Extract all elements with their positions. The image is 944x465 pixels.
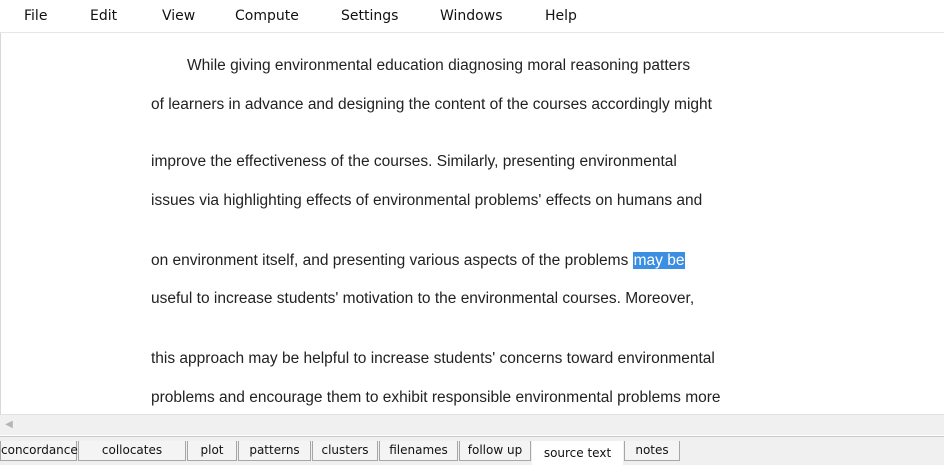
tab-follow-up[interactable]: follow up — [459, 441, 531, 461]
text-line: useful to increase students' motivation … — [151, 290, 695, 307]
menu-bar: File Edit View Compute Settings Windows … — [0, 0, 944, 33]
menu-file[interactable]: File — [24, 8, 47, 24]
text-line: of learners in advance and designing the… — [151, 96, 712, 113]
chevron-left-icon[interactable]: ◀ — [2, 418, 16, 432]
menu-compute[interactable]: Compute — [235, 8, 299, 24]
text-line: problems and encourage them to exhibit r… — [151, 389, 721, 406]
source-text-pane[interactable]: While giving environmental education dia… — [0, 33, 944, 414]
menu-settings[interactable]: Settings — [341, 8, 398, 24]
tab-concordance[interactable]: concordance — [0, 441, 78, 461]
text-line: improve the effectiveness of the courses… — [151, 153, 677, 170]
menu-windows[interactable]: Windows — [440, 8, 503, 24]
tab-patterns[interactable]: patterns — [238, 441, 311, 461]
tab-bar: concordance collocates plot patterns clu… — [0, 436, 944, 465]
horizontal-scrollbar[interactable]: ◀ — [0, 414, 944, 435]
tab-clusters[interactable]: clusters — [312, 441, 378, 461]
tab-source-text[interactable]: source text — [532, 441, 623, 465]
menu-view[interactable]: View — [162, 8, 195, 24]
text-line-with-selection: on environment itself, and presenting va… — [151, 252, 686, 270]
menu-help[interactable]: Help — [545, 8, 577, 24]
tab-collocates[interactable]: collocates — [78, 441, 186, 461]
text-line: While giving environmental education dia… — [187, 57, 691, 74]
text-segment: on environment itself, and presenting va… — [151, 252, 633, 269]
tab-plot[interactable]: plot — [187, 441, 237, 461]
text-line: issues via highlighting effects of envir… — [151, 192, 703, 209]
menu-edit[interactable]: Edit — [90, 8, 117, 24]
tab-notes[interactable]: notes — [624, 441, 680, 461]
tab-filenames[interactable]: filenames — [379, 441, 458, 461]
selected-text[interactable]: may be — [632, 252, 686, 269]
text-line: this approach may be helpful to increase… — [151, 350, 715, 367]
